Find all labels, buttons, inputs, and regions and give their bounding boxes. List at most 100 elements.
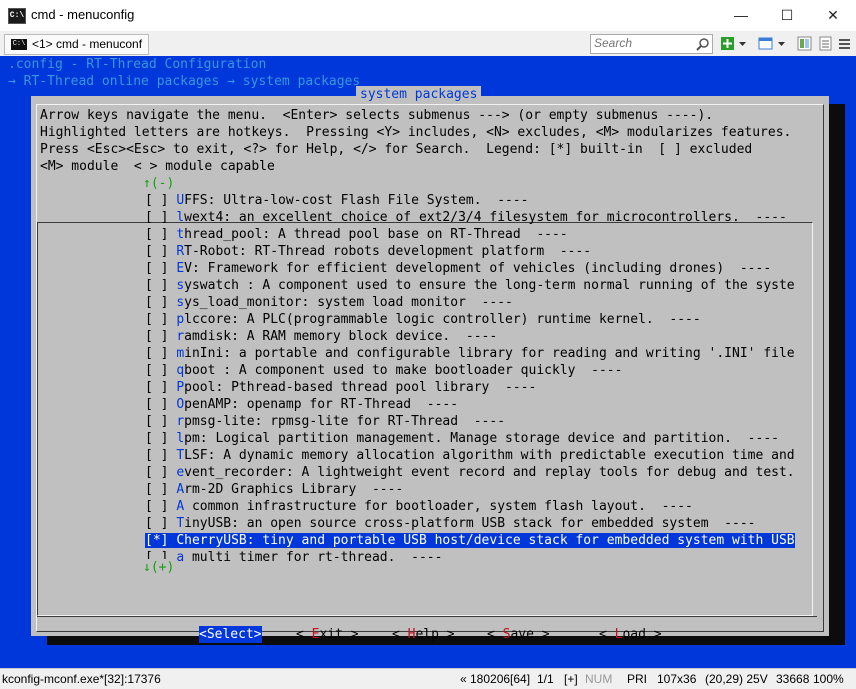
menu-item[interactable]: [ ] RT-Robot: RT-Thread robots developme… (145, 243, 803, 260)
console-toolbar: C:\ <1> cmd - menuconf (0, 31, 856, 57)
terminal-area[interactable]: .config - RT-Thread Configuration → RT-T… (0, 56, 856, 668)
minimize-button[interactable]: — (718, 0, 764, 31)
menu-item[interactable]: [ ] Ppool: Pthread-based thread pool lib… (145, 379, 803, 396)
menu-item-checkbox[interactable]: [ ] (145, 414, 168, 429)
menu-item-checkbox[interactable]: [ ] (145, 329, 168, 344)
menu-item-label: wext4: an excellent choice of ext2/3/4 f… (184, 210, 787, 225)
menu-item-checkbox[interactable]: [ ] (145, 193, 168, 208)
menu-item[interactable]: [ ] UFFS: Ultra-low-cost Flash File Syst… (145, 192, 803, 209)
menu-item-checkbox[interactable]: [ ] (145, 499, 168, 514)
maximize-button[interactable]: ☐ (764, 0, 810, 31)
help-text-line: Highlighted letters are hotkeys. Pressin… (40, 125, 792, 140)
menu-item-checkbox[interactable]: [ ] (145, 278, 168, 293)
menu-item[interactable]: [ ] lwext4: an excellent choice of ext2/… (145, 209, 803, 226)
menu-item-label: penAMP: openamp for RT-Thread ---- (184, 397, 459, 412)
menu-item[interactable]: [ ] OpenAMP: openamp for RT-Thread ---- (145, 396, 803, 413)
menu-item-checkbox[interactable]: [ ] (145, 465, 168, 480)
menu-item-checkbox[interactable]: [ ] (145, 244, 168, 259)
menu-item[interactable]: [ ] lpm: Logical partition management. M… (145, 430, 803, 447)
menu-item-checkbox[interactable]: [ ] (145, 210, 168, 225)
menu-item-checkbox[interactable]: [ ] (145, 261, 168, 276)
menu-item-label: lccore: A PLC(programmable logic control… (184, 312, 701, 327)
menu-item-hotkey: e (176, 465, 185, 480)
status-cursor: (20,29) 25V (705, 672, 768, 686)
search-icon[interactable] (696, 37, 710, 51)
status-priority: PRI (627, 672, 648, 686)
menu-item[interactable]: [ ] TLSF: A dynamic memory allocation al… (145, 447, 803, 464)
console-tab-label: <1> cmd - menuconf (32, 37, 143, 51)
scroll-down-indicator[interactable]: ↓(+) (143, 559, 175, 576)
menu-item[interactable]: [ ] thread_pool: A thread pool base on R… (145, 226, 803, 243)
menu-item-checkbox[interactable]: [ ] (145, 227, 168, 242)
menu-item-checkbox[interactable]: [ ] (145, 380, 168, 395)
new-console-dropdown-icon[interactable] (738, 36, 747, 51)
status-numlock: NUM (585, 672, 613, 686)
menu-item[interactable]: [ ] ramdisk: A RAM memory block device. … (145, 328, 803, 345)
menu-item[interactable]: [ ] minIni: a portable and configurable … (145, 345, 803, 362)
menu-item[interactable]: [ ] sys_load_monitor: system load monito… (145, 294, 803, 311)
menu-item[interactable]: [ ] qboot : A component used to make boo… (145, 362, 803, 379)
select-button[interactable]: <Select> (199, 626, 262, 643)
search-box[interactable] (590, 34, 713, 54)
menu-item-checkbox[interactable]: [ ] (145, 295, 168, 310)
help-button[interactable]: < Help > (392, 626, 455, 643)
menu-item-checkbox[interactable]: [ ] (145, 312, 168, 327)
menu-item-hotkey: E (176, 261, 185, 276)
help-text-line: Arrow keys navigate the menu. <Enter> se… (40, 108, 714, 123)
exit-button[interactable]: < Exit > (296, 626, 359, 643)
menu-item-label: ys_load_monitor: system load monitor ---… (184, 295, 513, 310)
save-button-post: ave > (510, 627, 550, 642)
menu-item-hotkey: P (176, 380, 185, 395)
layout-icon[interactable] (758, 36, 773, 51)
menu-item-checkbox[interactable]: [ ] (145, 346, 168, 361)
dialog-buttons: <Select> < Exit > < Help > < Save > < Lo… (31, 626, 829, 643)
menu-item-checkbox[interactable]: [ ] (145, 482, 168, 497)
save-button[interactable]: < Save > (487, 626, 550, 643)
menu-item-label: yswatch : A component used to ensure the… (184, 278, 795, 293)
menu-item-hotkey: U (176, 193, 185, 208)
new-console-icon[interactable] (720, 36, 735, 51)
menu-item-checkbox[interactable]: [ ] (145, 448, 168, 463)
menu-item[interactable]: [*] CherryUSB: tiny and portable USB hos… (145, 532, 803, 549)
panel-icon[interactable] (797, 36, 812, 51)
menu-item-hotkey: C (176, 533, 185, 548)
dialog-title: system packages (356, 86, 482, 103)
menu-item[interactable]: [ ] EV: Framework for efficient developm… (145, 260, 803, 277)
status-size: 107x36 (657, 672, 697, 686)
help-text-line: <M> module < > module capable (40, 159, 275, 174)
menu-item[interactable]: [ ] A common infrastructure for bootload… (145, 498, 803, 515)
menu-item-checkbox[interactable]: [ ] (145, 363, 168, 378)
menu-item-hotkey: s (176, 278, 185, 293)
menu-item-checkbox[interactable]: [ ] (145, 431, 168, 446)
title-bar: C:\ cmd - menuconfig — ☐ ✕ (0, 0, 856, 31)
menu-item-hotkey: A (176, 499, 185, 514)
console-tab[interactable]: C:\ <1> cmd - menuconf (4, 34, 150, 55)
menu-item[interactable]: [ ] rpmsg-lite: rpmsg-lite for RT-Thread… (145, 413, 803, 430)
select-button-pre: < (199, 627, 207, 642)
close-button[interactable]: ✕ (810, 0, 856, 31)
menu-item-checkbox[interactable]: [ ] (145, 397, 168, 412)
menu-item[interactable]: [ ] event_recorder: A lightweight event … (145, 464, 803, 481)
settings-list-icon[interactable] (818, 36, 833, 51)
layout-dropdown-icon[interactable] (777, 36, 786, 51)
menu-icon[interactable] (837, 36, 852, 51)
scroll-up-indicator[interactable]: ↑(-) (143, 175, 175, 192)
menu-item-checkbox[interactable]: [*] (145, 533, 169, 548)
menu-item-hotkey: m (176, 346, 185, 361)
menu-item[interactable]: [ ] Arm-2D Graphics Library ---- (145, 481, 803, 498)
menu-item[interactable]: [ ] plccore: A PLC(programmable logic co… (145, 311, 803, 328)
search-input[interactable] (591, 35, 697, 51)
menu-item[interactable]: [ ] syswatch : A component used to ensur… (145, 277, 803, 294)
menu-item-hotkey: s (176, 295, 185, 310)
menu-item-checkbox[interactable]: [ ] (145, 516, 168, 531)
status-page: 1/1 (537, 672, 554, 686)
menu-item[interactable]: [ ] a multi timer for rt-thread. ---- (145, 549, 803, 566)
status-position: « 180206[64] (460, 672, 531, 686)
menu-item[interactable]: [ ] TinyUSB: an open source cross-platfo… (145, 515, 803, 532)
menu-item-label: amdisk: A RAM memory block device. ---- (184, 329, 498, 344)
menu-breadcrumb: → RT-Thread online packages → system pac… (8, 74, 361, 89)
load-button[interactable]: < Load > (599, 626, 662, 643)
menu-item-hotkey: r (176, 414, 185, 429)
config-header: .config - RT-Thread Configuration (8, 57, 267, 72)
menu-item-label: inIni: a portable and configurable libra… (184, 346, 795, 361)
